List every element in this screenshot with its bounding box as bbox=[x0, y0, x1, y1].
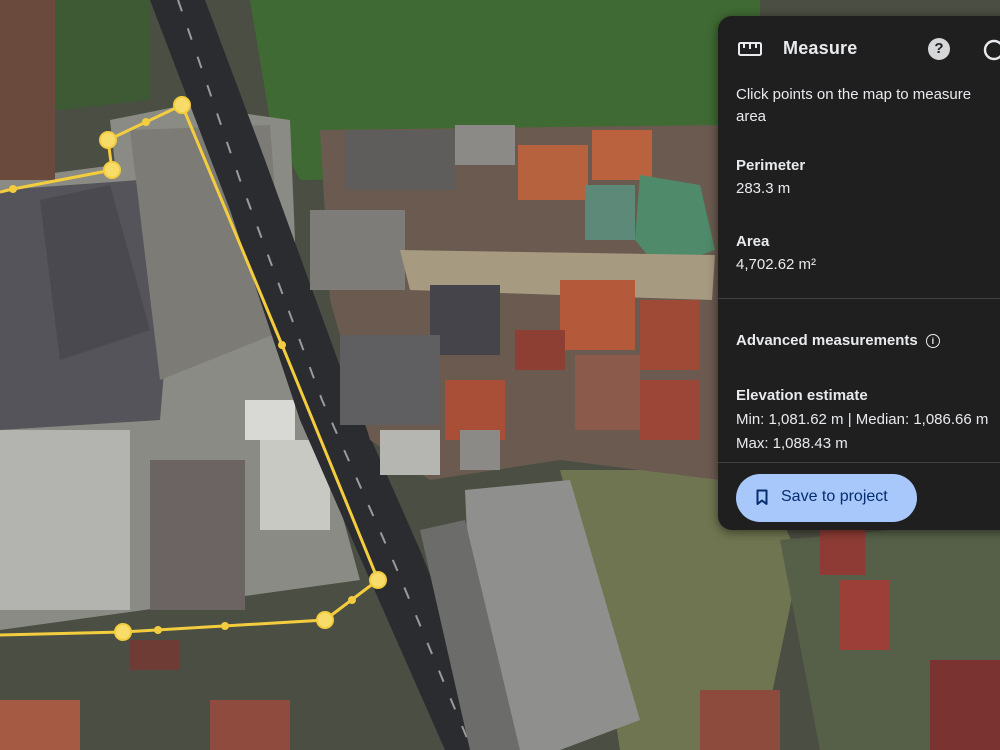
measure-vertex[interactable] bbox=[173, 96, 191, 114]
area-label: Area bbox=[736, 233, 770, 250]
measure-vertex[interactable] bbox=[114, 623, 132, 641]
measure-vertex[interactable] bbox=[316, 611, 334, 629]
elevation-max: Max: 1,088.43 m bbox=[736, 435, 848, 452]
elevation-min-median: Min: 1,081.62 m | Median: 1,086.66 m bbox=[736, 411, 989, 428]
help-icon[interactable]: ? bbox=[928, 38, 950, 60]
instructions-text: Click points on the map to measure area bbox=[736, 86, 972, 125]
advanced-measurements-toggle[interactable]: Advanced measurements i bbox=[736, 332, 940, 349]
info-icon[interactable]: i bbox=[925, 334, 940, 348]
elevation-label: Elevation estimate bbox=[736, 387, 868, 404]
bookmark-icon bbox=[756, 489, 768, 505]
panel-title: Measure bbox=[783, 38, 858, 58]
perimeter-label: Perimeter bbox=[736, 157, 806, 174]
close-icon[interactable] bbox=[982, 38, 1000, 62]
panel-header: Measure ? bbox=[718, 16, 1000, 80]
divider bbox=[718, 462, 1000, 463]
measure-vertex[interactable] bbox=[103, 161, 121, 179]
measure-vertex[interactable] bbox=[369, 571, 387, 589]
measure-vertex[interactable] bbox=[99, 131, 117, 149]
area-value: 4,702.62 m² bbox=[736, 256, 817, 273]
ruler-icon bbox=[738, 42, 762, 56]
perimeter-value: 283.3 m bbox=[736, 180, 791, 197]
divider bbox=[718, 298, 1000, 299]
advanced-measurements-label: Advanced measurements bbox=[736, 332, 918, 349]
measure-panel: Measure ? Click points on the map to mea… bbox=[718, 16, 1000, 530]
save-button-label: Save to project bbox=[781, 488, 888, 505]
save-to-project-button[interactable]: Save to project bbox=[736, 474, 917, 522]
